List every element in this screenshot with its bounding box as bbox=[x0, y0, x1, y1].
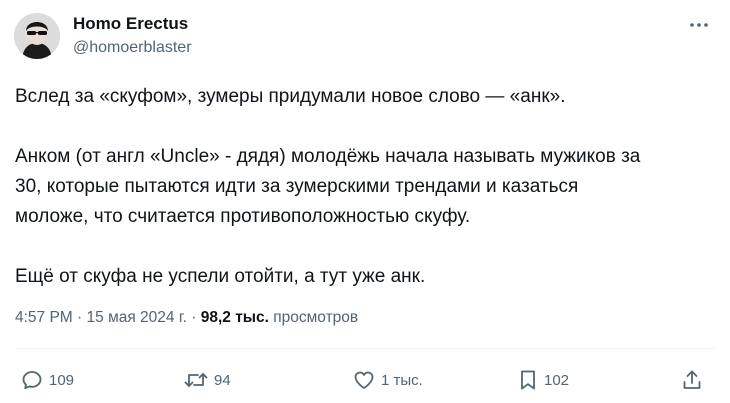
tweet-text-line: Вслед за «скуфом», зумеры придумали ново… bbox=[15, 86, 566, 107]
author-handle[interactable]: @homoerblaster bbox=[73, 39, 192, 57]
tweet-meta: 4:57 PM · 15 мая 2024 г. · 98,2 тыс. про… bbox=[15, 309, 358, 327]
author-name[interactable]: Homo Erectus bbox=[73, 14, 188, 34]
reply-count: 109 bbox=[49, 371, 75, 389]
repost-button[interactable]: 94 bbox=[183, 364, 231, 396]
repost-count: 94 bbox=[214, 371, 231, 389]
meta-separator: · bbox=[191, 309, 197, 326]
tweet-time[interactable]: 4:57 PM bbox=[15, 309, 73, 326]
avatar-image bbox=[14, 13, 60, 59]
tweet-text-line: Анком (от англ «Uncle» - дядя) молодёжь … bbox=[15, 146, 641, 167]
tweet-text-line: Ещё от скуфа не успели отойти, а тут уже… bbox=[15, 266, 426, 287]
views-label: просмотров bbox=[273, 309, 359, 326]
tweet-date[interactable]: 15 мая 2024 г. bbox=[87, 309, 187, 326]
action-bar: 109 94 1 тыс. 102 bbox=[0, 364, 730, 396]
like-button[interactable]: 1 тыс. bbox=[352, 364, 423, 396]
bookmark-button[interactable]: 102 bbox=[517, 364, 569, 396]
reply-icon bbox=[22, 371, 42, 390]
more-horizontal-icon bbox=[690, 23, 708, 27]
heart-icon bbox=[354, 371, 374, 389]
meta-separator: · bbox=[77, 309, 83, 326]
bookmark-icon bbox=[521, 370, 535, 390]
like-count: 1 тыс. bbox=[381, 371, 423, 389]
share-icon bbox=[683, 370, 701, 389]
repost-icon bbox=[184, 373, 208, 387]
tweet: Homo Erectus @homoerblaster Вслед за «ск… bbox=[0, 0, 730, 403]
tweet-text-line: моложе, что считается противоположностью… bbox=[15, 206, 471, 227]
share-button[interactable] bbox=[680, 364, 704, 396]
bookmark-count: 102 bbox=[544, 371, 570, 389]
more-button[interactable] bbox=[686, 14, 712, 36]
reply-button[interactable]: 109 bbox=[20, 364, 74, 396]
divider bbox=[15, 348, 715, 349]
avatar[interactable] bbox=[14, 13, 60, 59]
tweet-text-line: 30, которые пытаются идти за зумерскими … bbox=[15, 176, 579, 197]
views-count[interactable]: 98,2 тыс. bbox=[201, 309, 269, 326]
tweet-text: Вслед за «скуфом», зумеры придумали ново… bbox=[15, 82, 720, 292]
